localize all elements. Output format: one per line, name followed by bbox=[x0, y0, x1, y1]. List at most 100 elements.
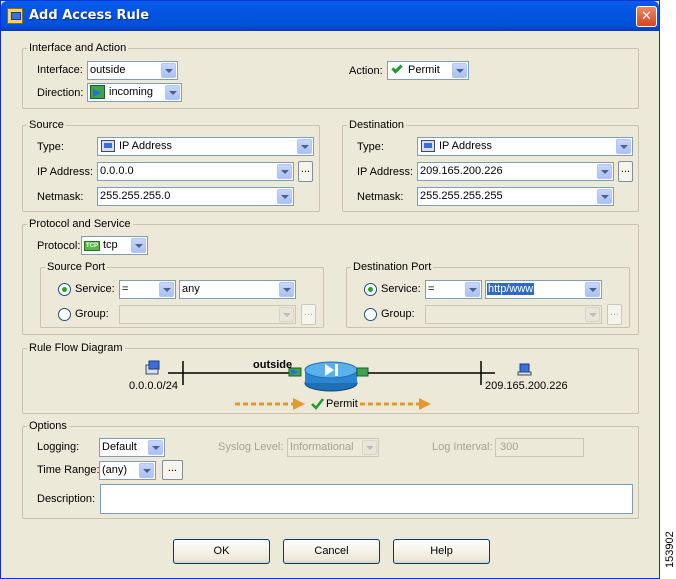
source-ip-label: IP Address: bbox=[37, 166, 94, 178]
source-operator-value: = bbox=[122, 283, 129, 295]
destination-operator-select[interactable]: = bbox=[425, 280, 482, 299]
source-ip-select[interactable]: 0.0.0.0 bbox=[97, 162, 294, 181]
source-legend: Source bbox=[27, 119, 66, 131]
chevron-down-icon[interactable] bbox=[277, 189, 292, 204]
dialog-icon bbox=[7, 8, 23, 24]
chevron-down-icon[interactable] bbox=[139, 463, 154, 478]
chevron-down-icon[interactable] bbox=[597, 164, 612, 179]
chevron-down-icon[interactable] bbox=[277, 164, 292, 179]
protocol-select[interactable]: TCP tcp bbox=[81, 236, 148, 255]
destination-operator-value: = bbox=[428, 283, 435, 295]
direction-select[interactable]: incoming bbox=[87, 83, 182, 102]
destination-service-label: Service: bbox=[381, 283, 421, 295]
source-ip-browse-button[interactable]: ... bbox=[298, 161, 313, 182]
source-group-select[interactable] bbox=[119, 305, 296, 324]
action-value: Permit bbox=[408, 64, 440, 76]
add-access-rule-dialog: Add Access Rule ✕ Interface and Action I… bbox=[0, 0, 660, 579]
chevron-down-icon[interactable] bbox=[465, 282, 480, 297]
chevron-down-icon[interactable] bbox=[597, 189, 612, 204]
options-legend: Options bbox=[27, 420, 69, 432]
source-netmask-label: Netmask: bbox=[37, 191, 84, 203]
destination-netmask-select[interactable]: 255.255.255.255 bbox=[417, 187, 614, 206]
flow-action-label: Permit bbox=[326, 398, 358, 410]
direction-label: Direction: bbox=[37, 87, 84, 99]
source-group-label: Group: bbox=[75, 308, 109, 320]
cancel-button[interactable]: Cancel bbox=[283, 539, 380, 564]
chevron-down-icon[interactable] bbox=[131, 238, 146, 253]
destination-group-select[interactable] bbox=[425, 305, 602, 324]
description-label: Description: bbox=[37, 493, 96, 505]
close-button[interactable]: ✕ bbox=[636, 6, 657, 27]
chevron-down-icon[interactable] bbox=[616, 139, 631, 154]
syslog-level-value: Informational bbox=[290, 441, 354, 453]
source-netmask-select[interactable]: 255.255.255.0 bbox=[97, 187, 294, 206]
chevron-down-icon[interactable] bbox=[161, 63, 176, 78]
destination-ip-select[interactable]: 209.165.200.226 bbox=[417, 162, 614, 181]
destination-service-radio[interactable] bbox=[364, 283, 377, 296]
destination-ip-label: IP Address: bbox=[357, 166, 414, 178]
direction-value: incoming bbox=[109, 86, 154, 98]
dialog-title: Add Access Rule bbox=[29, 8, 150, 23]
check-icon bbox=[391, 62, 403, 74]
action-select[interactable]: Permit bbox=[387, 61, 469, 80]
destination-group-label: Group: bbox=[381, 308, 415, 320]
source-type-label: Type: bbox=[37, 141, 64, 153]
permit-check-icon bbox=[311, 398, 324, 410]
log-interval-input[interactable]: 300 bbox=[495, 438, 584, 457]
chevron-down-icon[interactable] bbox=[585, 282, 600, 297]
source-service-select[interactable]: any bbox=[179, 280, 296, 299]
chevron-down-icon[interactable] bbox=[452, 63, 467, 78]
protocol-value: tcp bbox=[103, 239, 118, 251]
destination-netmask-value: 255.255.255.255 bbox=[420, 190, 503, 202]
time-range-select[interactable]: (any) bbox=[99, 461, 156, 480]
destination-group-radio[interactable] bbox=[364, 308, 377, 321]
destination-ip-browse-button[interactable]: ... bbox=[618, 161, 633, 182]
syslog-level-select[interactable]: Informational bbox=[287, 438, 379, 457]
source-netmask-value: 255.255.255.0 bbox=[100, 190, 171, 202]
description-input[interactable] bbox=[100, 484, 633, 514]
flow-arrow-left-icon bbox=[235, 398, 305, 410]
logging-label: Logging: bbox=[37, 441, 80, 453]
logging-value: Default bbox=[102, 441, 137, 453]
interface-label: Interface: bbox=[37, 64, 83, 76]
destination-netmask-label: Netmask: bbox=[357, 191, 404, 203]
protocol-label: Protocol: bbox=[37, 240, 81, 252]
destination-group-browse-button[interactable]: ... bbox=[607, 304, 622, 325]
chevron-down-icon[interactable] bbox=[297, 139, 312, 154]
destination-type-label: Type: bbox=[357, 141, 384, 153]
destination-legend: Destination bbox=[347, 119, 407, 131]
network-object-icon bbox=[101, 140, 115, 152]
ok-button[interactable]: OK bbox=[173, 539, 270, 564]
destination-service-select[interactable]: http/www bbox=[485, 280, 602, 299]
source-group-browse-button[interactable]: ... bbox=[301, 304, 316, 325]
destination-type-value: IP Address bbox=[439, 140, 492, 152]
chevron-down-icon[interactable] bbox=[165, 85, 180, 100]
help-button[interactable]: Help bbox=[393, 539, 490, 564]
syslog-level-label: Syslog Level: bbox=[218, 441, 284, 453]
destination-type-select[interactable]: IP Address bbox=[417, 137, 633, 156]
chevron-down-icon[interactable] bbox=[279, 282, 294, 297]
chevron-down-icon[interactable] bbox=[362, 440, 377, 455]
source-service-radio[interactable] bbox=[58, 283, 71, 296]
source-type-select[interactable]: IP Address bbox=[97, 137, 314, 156]
chevron-down-icon[interactable] bbox=[279, 307, 294, 322]
source-group-radio[interactable] bbox=[58, 308, 71, 321]
logging-select[interactable]: Default bbox=[99, 438, 165, 457]
source-port-legend: Source Port bbox=[45, 261, 108, 273]
destination-port-legend: Destination Port bbox=[351, 261, 434, 273]
source-service-label: Service: bbox=[75, 283, 115, 295]
tcp-icon: TCP bbox=[84, 241, 100, 251]
title-bar[interactable]: Add Access Rule ✕ bbox=[1, 1, 659, 31]
chevron-down-icon[interactable] bbox=[585, 307, 600, 322]
protocol-service-legend: Protocol and Service bbox=[27, 218, 133, 230]
source-ip-value: 0.0.0.0 bbox=[100, 165, 134, 177]
interface-select[interactable]: outside bbox=[87, 61, 178, 80]
chevron-down-icon[interactable] bbox=[159, 282, 174, 297]
time-range-browse-button[interactable]: ... bbox=[162, 460, 183, 480]
source-operator-select[interactable]: = bbox=[119, 280, 176, 299]
flow-arrow-right-icon bbox=[360, 398, 431, 410]
interface-value: outside bbox=[90, 64, 126, 76]
interface-action-legend: Interface and Action bbox=[27, 42, 129, 54]
chevron-down-icon[interactable] bbox=[148, 440, 163, 455]
log-interval-value: 300 bbox=[500, 441, 519, 453]
